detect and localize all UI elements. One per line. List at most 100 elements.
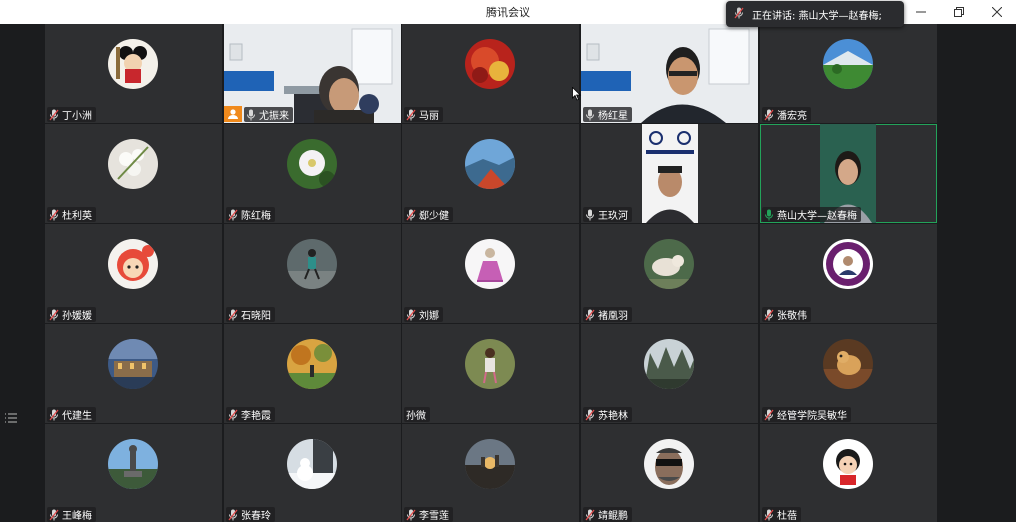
- participant-name: 李艳霞: [241, 411, 271, 422]
- avatar: [108, 39, 158, 89]
- participant-nameplate: 杨红星: [583, 107, 632, 122]
- restore-icon[interactable]: [940, 0, 978, 24]
- participant-tile[interactable]: 张敬伟: [760, 224, 937, 323]
- mic-muted-icon: [228, 209, 238, 220]
- participant-nameplate: 马丽: [404, 107, 443, 122]
- mic-muted-icon: [228, 509, 238, 520]
- participant-tile[interactable]: 尤振来: [224, 24, 401, 123]
- participant-tile[interactable]: 王玖河: [581, 124, 758, 223]
- minimize-icon[interactable]: [902, 0, 940, 24]
- mic-muted-icon: [585, 509, 595, 520]
- avatar: [823, 339, 873, 389]
- avatar: [287, 439, 337, 489]
- participant-tile[interactable]: 王峰梅: [45, 424, 222, 522]
- participant-nameplate: 经管学院吴敏华: [762, 407, 851, 422]
- participant-tile[interactable]: 马丽: [402, 24, 579, 123]
- avatar: [108, 339, 158, 389]
- avatar: [465, 139, 515, 189]
- participant-tile[interactable]: 潘宏亮: [760, 24, 937, 123]
- host-icon: [224, 106, 242, 122]
- avatar: [108, 139, 158, 189]
- participant-name: 尤振来: [259, 111, 289, 122]
- participant-name: 丁小洲: [62, 111, 92, 122]
- participant-tile[interactable]: 丁小洲: [45, 24, 222, 123]
- avatar: [465, 339, 515, 389]
- participant-nameplate: 苏艳林: [583, 407, 632, 422]
- mic-muted-icon: [228, 309, 238, 320]
- avatar: [108, 439, 158, 489]
- participant-nameplate: 李艳霞: [226, 407, 275, 422]
- participant-tile[interactable]: 石晓阳: [224, 224, 401, 323]
- participant-name: 郄少健: [419, 211, 449, 222]
- mic-muted-icon: [764, 309, 774, 320]
- participant-nameplate: 褚凰羽: [583, 307, 632, 322]
- avatar: [287, 239, 337, 289]
- participant-name: 张春玲: [241, 511, 271, 522]
- avatar: [823, 39, 873, 89]
- participant-nameplate: 杜利英: [47, 207, 96, 222]
- participant-name: 靖鲲鹏: [598, 511, 628, 522]
- mic-muted-icon: [764, 109, 774, 120]
- mic-icon: [586, 109, 594, 120]
- participant-tile[interactable]: 孙微: [402, 324, 579, 423]
- participant-tile[interactable]: 褚凰羽: [581, 224, 758, 323]
- list-menu-icon[interactable]: [4, 410, 18, 424]
- participant-tile[interactable]: 刘娜: [402, 224, 579, 323]
- participant-tile[interactable]: 孙媛媛: [45, 224, 222, 323]
- cursor-icon: [572, 86, 582, 105]
- participant-tile[interactable]: 杜蓓: [760, 424, 937, 522]
- mic-muted-icon: [49, 409, 59, 420]
- participant-nameplate: 靖鲲鹏: [583, 507, 632, 522]
- participant-tile[interactable]: 杜利英: [45, 124, 222, 223]
- participant-name: 刘娜: [419, 311, 439, 322]
- participant-name: 孙微: [406, 411, 426, 422]
- avatar: [287, 339, 337, 389]
- participant-nameplate: 陈红梅: [226, 207, 275, 222]
- participant-nameplate: 王峰梅: [47, 507, 96, 522]
- mic-muted-icon: [585, 409, 595, 420]
- participant-tile[interactable]: 郄少健: [402, 124, 579, 223]
- participant-tile[interactable]: 靖鲲鹏: [581, 424, 758, 522]
- participant-name: 杜蓓: [777, 511, 797, 522]
- mic-muted-icon: [406, 109, 416, 120]
- mic-muted-icon: [228, 409, 238, 420]
- participant-nameplate: 丁小洲: [47, 107, 96, 122]
- mic-muted-icon: [734, 7, 744, 22]
- participant-name: 经管学院吴敏华: [777, 411, 847, 422]
- participant-name: 苏艳林: [598, 411, 628, 422]
- avatar: [465, 239, 515, 289]
- participant-tile[interactable]: 李艳霞: [224, 324, 401, 423]
- participant-nameplate: 孙微: [404, 407, 430, 422]
- participant-name: 石晓阳: [241, 311, 271, 322]
- speaking-label: 正在讲话: 燕山大学—赵春梅;: [752, 10, 882, 22]
- participant-tile[interactable]: 燕山大学—赵春梅: [760, 124, 937, 223]
- participant-tile[interactable]: 陈红梅: [224, 124, 401, 223]
- participant-name: 杨红星: [598, 111, 628, 122]
- participant-nameplate: 李雪莲: [404, 507, 453, 522]
- participant-name: 张敬伟: [777, 311, 807, 322]
- participant-name: 陈红梅: [241, 211, 271, 222]
- mic-muted-icon: [49, 309, 59, 320]
- close-icon[interactable]: [978, 0, 1016, 24]
- participant-nameplate: 张春玲: [226, 507, 275, 522]
- avatar: [823, 239, 873, 289]
- participant-nameplate: 孙媛媛: [47, 307, 96, 322]
- participant-nameplate: 郄少健: [404, 207, 453, 222]
- participant-tile[interactable]: 李雪莲: [402, 424, 579, 522]
- participant-name: 潘宏亮: [777, 111, 807, 122]
- avatar: [108, 239, 158, 289]
- participant-tile[interactable]: 张春玲: [224, 424, 401, 522]
- participant-name: 李雪莲: [419, 511, 449, 522]
- avatar: [465, 439, 515, 489]
- mic-muted-icon: [406, 509, 416, 520]
- participant-tile[interactable]: 苏艳林: [581, 324, 758, 423]
- participant-name: 杜利英: [62, 211, 92, 222]
- participant-tile[interactable]: 代建生: [45, 324, 222, 423]
- participant-tile[interactable]: 杨红星: [581, 24, 758, 123]
- video-feed: [642, 124, 698, 223]
- mic-muted-icon: [764, 409, 774, 420]
- participant-tile[interactable]: 经管学院吴敏华: [760, 324, 937, 423]
- participant-nameplate: 石晓阳: [226, 307, 275, 322]
- participant-nameplate: 王玖河: [583, 207, 632, 222]
- mic-speaking-icon: [765, 209, 773, 220]
